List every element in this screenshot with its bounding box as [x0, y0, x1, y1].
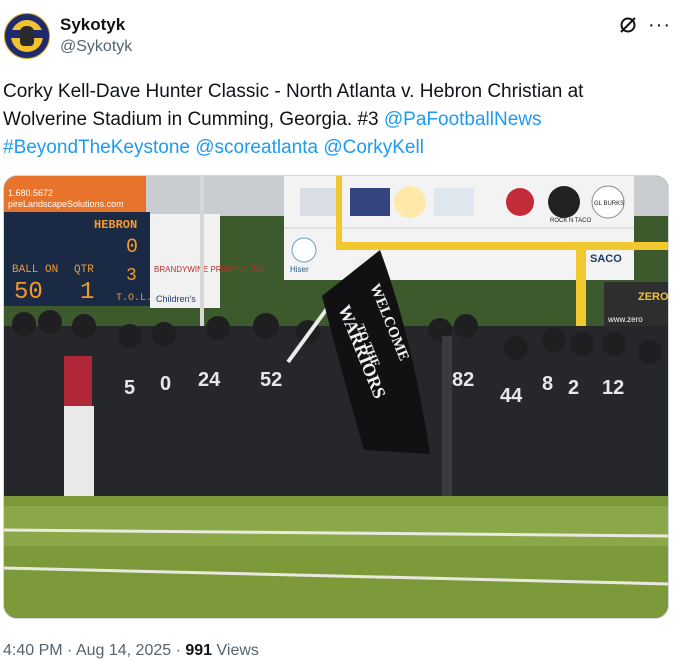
sponsor-hiser: Hiser [290, 265, 309, 274]
goalpost [336, 176, 342, 248]
scoreboard-home-label: HEBRON [94, 218, 137, 232]
football-field [4, 476, 668, 618]
mention-scoreatlanta[interactable]: @scoreatlanta [195, 137, 318, 158]
mention-pafootballnews[interactable]: @PaFootballNews [384, 109, 542, 130]
sponsor-glburks: GL BURKS [594, 201, 624, 207]
author-name[interactable]: Sykotyk [60, 15, 125, 35]
jersey-number: 2 [568, 377, 579, 399]
jersey-number: 24 [198, 369, 221, 391]
jersey-number: 8 [542, 373, 553, 395]
sign-site: pireLandscapeSolutions.com [8, 199, 124, 209]
sponsor-zero-url: www.zero [607, 315, 643, 324]
scoreboard-to-label: T.O.L. [116, 293, 152, 304]
sponsor-brandywine: BRANDYWINE PRINTING INC. [154, 265, 267, 274]
scoreboard-qtr-label: QTR [74, 264, 94, 276]
grok-icon[interactable] [618, 15, 638, 35]
jersey-number: 12 [602, 377, 624, 399]
scoreboard-qtr: 1 [80, 279, 94, 306]
scoreboard-ballon-label: BALL ON [12, 264, 58, 276]
jersey-number: 82 [452, 369, 474, 391]
views-count: 991 [185, 642, 213, 659]
sponsor-rock: ROCK N TACO [550, 218, 591, 224]
jersey-number: 0 [160, 373, 171, 395]
tweet-header: Sykotyk @Sykotyk ··· [0, 0, 675, 70]
views-label: Views [216, 642, 259, 659]
tweet-photo[interactable]: 1.680.5672 pireLandscapeSolutions.com HE… [3, 175, 669, 619]
scoreboard-ballon: 50 [14, 279, 43, 306]
sponsor-saco: SACO [590, 253, 622, 265]
mention-corkykell[interactable]: @CorkyKell [323, 137, 424, 158]
avatar[interactable] [4, 13, 50, 59]
football-team-photo: 1.680.5672 pireLandscapeSolutions.com HE… [4, 176, 669, 618]
sign-phone: 1.680.5672 [8, 188, 53, 198]
jersey-number: 5 [124, 377, 135, 399]
hashtag-beyondthekeystone[interactable]: #BeyondTheKeystone [3, 137, 190, 158]
scoreboard-to: 3 [126, 266, 137, 286]
tweet-metadata: 4:40 PM · Aug 14, 2025 · 991 Views [3, 642, 259, 659]
tweet-text: Corky Kell-Dave Hunter Classic - North A… [3, 78, 663, 162]
jersey-number: 52 [260, 369, 282, 391]
sponsor-children: Children's [156, 294, 196, 304]
jersey-number: 44 [500, 385, 523, 407]
more-options-icon[interactable]: ··· [648, 14, 671, 37]
sponsor-zero: ZERO [638, 291, 669, 303]
tweet-date[interactable]: Aug 14, 2025 [76, 642, 171, 659]
author-handle[interactable]: @Sykotyk [60, 38, 132, 56]
tweet-time[interactable]: 4:40 PM [3, 642, 63, 659]
scoreboard-home-score: 0 [126, 236, 138, 259]
